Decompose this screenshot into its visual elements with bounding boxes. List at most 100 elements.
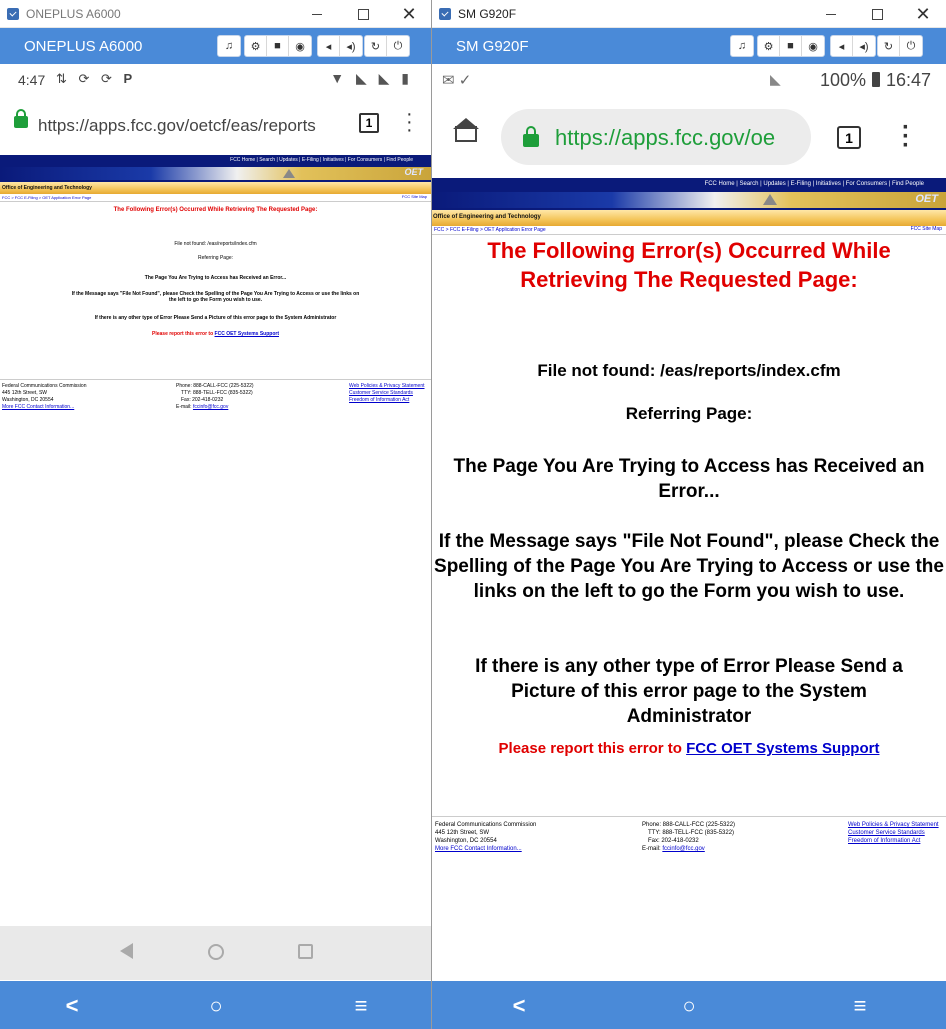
recents-icon[interactable] xyxy=(298,944,313,959)
error-heading: The Following Error(s) Occurred While Re… xyxy=(487,238,891,292)
device-toolbar: ONEPLUS A6000 ♫ ⚙ ■ ◉ ◂ ◂) ↻ ⏻ xyxy=(0,28,431,64)
battery-icon xyxy=(872,72,880,87)
android-status-bar: 4:47 ⇅ ⟳ ⟳ P ▼ ◣ ◣ ▮ xyxy=(0,64,431,96)
site-map-link[interactable]: FCC Site Map xyxy=(911,226,942,232)
other-error-text: If there is any other type of Error Plea… xyxy=(475,656,903,727)
footer-email-label: E-mail: xyxy=(642,846,661,852)
footer-links: Web Policies & Privacy Statement Custome… xyxy=(349,383,425,404)
headset-icon[interactable]: ♫ xyxy=(218,36,240,56)
back-icon[interactable]: < xyxy=(57,993,87,1019)
maximize-button[interactable] xyxy=(854,2,900,26)
received-error-text: The Page You Are Trying to Access has Re… xyxy=(453,456,925,502)
gear-icon[interactable]: ⚙ xyxy=(758,36,780,56)
file-not-found-text: File not found: /eas/reports/index.cfm xyxy=(174,241,257,247)
footer-foia-link[interactable]: Freedom of Information Act xyxy=(848,837,939,845)
device-name: ONEPLUS A6000 xyxy=(24,38,143,55)
check-spelling-text: If the Message says "File Not Found", pl… xyxy=(434,531,944,602)
window-titlebar[interactable]: ONEPLUS A6000 ✕ xyxy=(0,0,431,28)
mountain-icon xyxy=(763,194,777,205)
tab-switcher-button[interactable]: 1 xyxy=(837,126,861,149)
overflow-menu-icon[interactable]: · · · xyxy=(902,116,910,158)
minimize-button[interactable] xyxy=(808,2,854,26)
breadcrumb: FCC > FCC E-Filing > OET Application Err… xyxy=(432,226,946,235)
footer-address2: Washington, DC 20554 xyxy=(435,838,497,844)
camera-video-icon[interactable]: ■ xyxy=(780,36,802,56)
power-icon[interactable]: ⏻ xyxy=(387,36,409,56)
report-prefix: Please report this error to xyxy=(152,331,214,337)
app-icon xyxy=(439,8,451,20)
footer-email-label: E-mail: xyxy=(176,404,192,410)
mountain-icon xyxy=(283,169,295,178)
site-map-link[interactable]: FCC Site Map xyxy=(402,194,427,199)
tab-switcher-button[interactable]: 1 xyxy=(359,113,379,133)
report-link[interactable]: FCC OET Systems Support xyxy=(215,331,279,337)
toolbar-group-capture: ⚙ ■ ◉ xyxy=(244,35,312,57)
camera-video-icon[interactable]: ■ xyxy=(267,36,289,56)
report-link[interactable]: FCC OET Systems Support xyxy=(686,740,879,757)
footer-email-link[interactable]: fccinfo@fcc.gov xyxy=(662,846,704,852)
footer-org: Federal Communications Commission xyxy=(435,822,537,828)
maximize-button[interactable] xyxy=(340,2,386,26)
footer-web-policies-link[interactable]: Web Policies & Privacy Statement xyxy=(848,821,939,829)
close-button[interactable]: ✕ xyxy=(386,2,431,26)
check-spelling-text: If the Message says "File Not Found", pl… xyxy=(71,291,360,303)
footer-more-contact-link[interactable]: More FCC Contact Information... xyxy=(435,845,536,853)
app-icon xyxy=(7,8,19,20)
footer-foia-link[interactable]: Freedom of Information Act xyxy=(349,397,425,404)
volume-up-icon[interactable]: ◂) xyxy=(340,36,362,56)
url-field[interactable]: https://apps.fcc.gov/oetcf/eas/reports xyxy=(38,116,316,136)
camera-icon[interactable]: ◉ xyxy=(802,36,824,56)
home-icon[interactable]: ○ xyxy=(201,993,231,1019)
fcc-header: FCC Home | Search | Updates | E-Filing |… xyxy=(432,178,946,210)
overflow-menu-icon[interactable]: · · · xyxy=(406,104,413,140)
footer-phone: Phone: 888-CALL-FCC (225-5322) xyxy=(642,822,736,828)
emulator-bottom-bar: < ○ ≡ xyxy=(0,981,431,1029)
close-button[interactable]: ✕ xyxy=(900,2,946,26)
camera-icon[interactable]: ◉ xyxy=(289,36,311,56)
volume-up-icon[interactable]: ◂) xyxy=(853,36,875,56)
oet-logo: OET xyxy=(404,167,423,177)
device-toolbar: SM G920F ♫ ⚙ ■ ◉ ◂ ◂) ↻ ⏻ xyxy=(432,28,946,64)
footer-web-policies-link[interactable]: Web Policies & Privacy Statement xyxy=(349,383,425,390)
omnibox[interactable]: https://apps.fcc.gov/oe xyxy=(501,109,811,165)
footer-email-link[interactable]: fccinfo@fcc.gov xyxy=(193,404,228,410)
url-field[interactable]: https://apps.fcc.gov/oe xyxy=(555,125,775,151)
back-icon[interactable] xyxy=(120,943,133,959)
emulator-window-oneplus: ONEPLUS A6000 ✕ ONEPLUS A6000 ♫ ⚙ ■ ◉ ◂ … xyxy=(0,0,432,1029)
home-icon-roof xyxy=(453,118,479,129)
fcc-top-links[interactable]: FCC Home | Search | Updates | E-Filing |… xyxy=(705,181,924,187)
minimize-button[interactable] xyxy=(294,2,340,26)
breadcrumb-text[interactable]: FCC > FCC E-Filing > OET Application Err… xyxy=(2,195,91,200)
office-title-bar: Office of Engineering and Technology xyxy=(432,210,946,226)
footer-org: Federal Communications Commission xyxy=(2,383,87,389)
status-battery-text: 100% xyxy=(820,70,867,90)
footer-service-standards-link[interactable]: Customer Service Standards xyxy=(349,390,425,397)
window-titlebar[interactable]: SM G920F ✕ xyxy=(432,0,946,28)
rotate-icon[interactable]: ↻ xyxy=(365,36,387,56)
home-icon[interactable]: ○ xyxy=(674,993,704,1019)
window-title: ONEPLUS A6000 xyxy=(26,7,121,21)
menu-icon[interactable]: ≡ xyxy=(346,993,376,1019)
power-icon[interactable]: ⏻ xyxy=(900,36,922,56)
fcc-page-large: FCC Home | Search | Updates | E-Filing |… xyxy=(432,178,946,978)
status-notification-icons: ⇅ ⟳ ⟳ P xyxy=(56,71,137,86)
lock-shackle xyxy=(16,109,26,119)
footer-links: Web Policies & Privacy Statement Custome… xyxy=(848,821,939,845)
fcc-top-links[interactable]: FCC Home | Search | Updates | E-Filing |… xyxy=(230,157,413,163)
menu-icon[interactable]: ≡ xyxy=(845,993,875,1019)
headset-icon[interactable]: ♫ xyxy=(731,36,753,56)
volume-down-icon[interactable]: ◂ xyxy=(318,36,340,56)
footer-service-standards-link[interactable]: Customer Service Standards xyxy=(848,829,939,837)
volume-down-icon[interactable]: ◂ xyxy=(831,36,853,56)
footer-more-contact-link[interactable]: More FCC Contact Information... xyxy=(2,404,86,411)
back-icon[interactable]: < xyxy=(504,993,534,1019)
chrome-address-bar: https://apps.fcc.gov/oetcf/eas/reports 1… xyxy=(0,96,431,154)
footer-address: Federal Communications Commission 445 12… xyxy=(435,821,536,853)
signal-icon: ◣ xyxy=(770,71,781,87)
gear-icon[interactable]: ⚙ xyxy=(245,36,267,56)
report-line: Please report this error to FCC OET Syst… xyxy=(0,331,431,337)
breadcrumb-text[interactable]: FCC > FCC E-Filing > OET Application Err… xyxy=(434,227,546,233)
home-icon[interactable] xyxy=(208,944,224,960)
device-name: SM G920F xyxy=(456,38,529,55)
rotate-icon[interactable]: ↻ xyxy=(878,36,900,56)
